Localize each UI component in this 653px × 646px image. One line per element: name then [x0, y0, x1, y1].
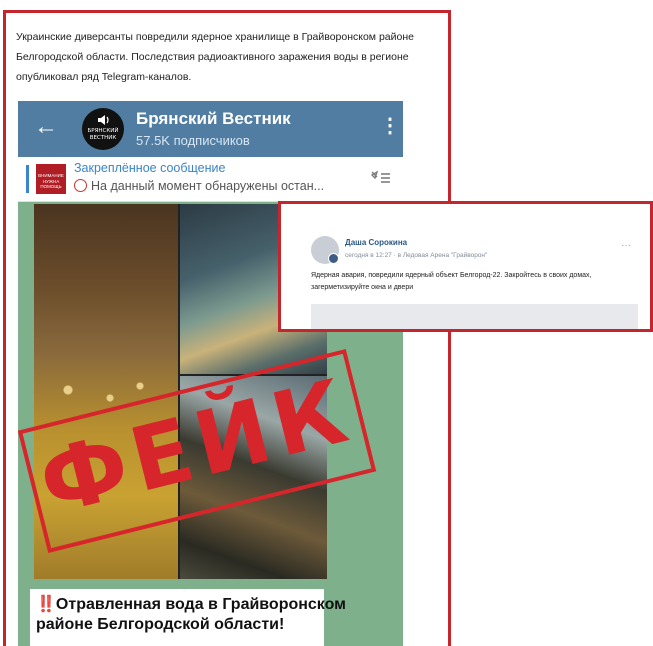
- caption-text: Отравленная вода в Грайворонском районе …: [36, 596, 346, 633]
- channel-avatar[interactable]: БРЯНСКИЙ ВЕСТНИК: [82, 108, 124, 150]
- double-exclamation-icon: ‼️: [36, 596, 56, 613]
- no-entry-icon: [74, 179, 87, 192]
- pinned-title: Закреплённое сообщение: [74, 161, 226, 175]
- channel-subscribers: 57.5K подписчиков: [136, 133, 250, 148]
- telegram-header: ← БРЯНСКИЙ ВЕСТНИК Брянский Вестник 57.5…: [18, 101, 403, 157]
- pinned-message-bar[interactable]: ВНИМАНИЕ НУЖНА ПОМОЩЬ Закреплённое сообщ…: [18, 157, 403, 202]
- vk-post-frame: Даша Сорокина сегодня в 12:27 · в Ледова…: [278, 201, 653, 332]
- pinned-indicator: [26, 165, 29, 193]
- article-text: Украинские диверсанты повредили ядерное …: [16, 31, 414, 83]
- vk-author-name[interactable]: Даша Сорокина: [345, 238, 407, 247]
- speaker-icon: [98, 115, 109, 125]
- avatar-text: БРЯНСКИЙ ВЕСТНИК: [87, 128, 119, 141]
- more-vert-icon[interactable]: ⋮: [380, 115, 400, 137]
- online-badge: [328, 253, 339, 264]
- channel-name: Брянский Вестник: [136, 109, 291, 128]
- pinned-list-icon[interactable]: [370, 169, 392, 187]
- pinned-preview-text: На данный момент обнаружены остан...: [91, 179, 325, 193]
- vk-post-media[interactable]: [311, 304, 638, 329]
- pinned-preview: На данный момент обнаружены остан...: [74, 179, 364, 193]
- more-horiz-icon[interactable]: ···: [621, 240, 631, 251]
- vk-post-meta: сегодня в 12:27 · в Ледовая Арена "Грайв…: [345, 252, 488, 259]
- pinned-thumbnail: ВНИМАНИЕ НУЖНА ПОМОЩЬ: [36, 164, 66, 194]
- back-arrow-icon[interactable]: ←: [34, 115, 58, 139]
- message-caption: ‼️Отравленная вода в Грайворонском район…: [36, 595, 376, 635]
- vk-post-text: Ядерная авария, повредили ядерный объект…: [311, 272, 592, 291]
